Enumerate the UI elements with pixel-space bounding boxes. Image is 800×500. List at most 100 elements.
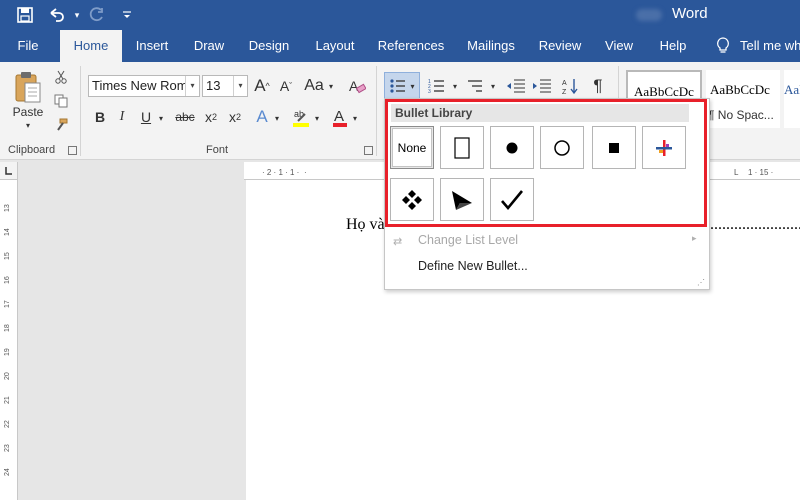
define-new-bullet-item[interactable]: Define New Bullet... <box>418 259 528 273</box>
multilevel-dropdown-icon[interactable]: ▾ <box>488 80 498 92</box>
tab-review[interactable]: Review <box>532 30 588 62</box>
app-title: Word <box>672 5 708 22</box>
decrease-indent-icon[interactable] <box>504 74 528 98</box>
change-list-level-item[interactable]: Change List Level <box>418 233 518 247</box>
numbering-dropdown-icon[interactable]: ▾ <box>450 80 460 92</box>
shrink-font-icon[interactable]: Aˇ <box>276 74 296 98</box>
tell-me-search[interactable]: Tell me wh <box>740 30 800 62</box>
tab-draw[interactable]: Draw <box>186 30 232 62</box>
change-list-level-icon: ⇄ <box>393 236 403 248</box>
svg-text:16: 16 <box>4 276 11 284</box>
group-separator <box>80 66 81 156</box>
customize-icon[interactable] <box>116 4 138 26</box>
svg-text:14: 14 <box>4 228 11 236</box>
underline-icon[interactable]: U <box>136 106 156 128</box>
svg-text:23: 23 <box>4 444 11 452</box>
tab-mailings[interactable]: Mailings <box>458 30 524 62</box>
format-painter-icon[interactable] <box>52 116 70 134</box>
submenu-arrow-icon: ▸ <box>692 233 697 243</box>
tab-references[interactable]: References <box>372 30 450 62</box>
title-bar: ▾ Word <box>0 0 800 30</box>
multilevel-list-icon[interactable] <box>464 74 488 98</box>
bold-icon[interactable]: B <box>90 106 110 128</box>
clipboard-group-label: Clipboard <box>8 144 56 156</box>
tab-file[interactable]: File <box>6 30 50 62</box>
underline-dropdown-icon[interactable]: ▾ <box>156 112 166 124</box>
font-name-dropdown-icon[interactable]: ▾ <box>185 76 199 96</box>
svg-text:21: 21 <box>4 396 11 404</box>
svg-text:·: · <box>304 168 307 177</box>
highlight-dropdown-icon[interactable]: ▾ <box>312 112 322 124</box>
show-hide-marks-icon[interactable]: ¶ <box>588 74 608 98</box>
group-separator <box>376 66 377 156</box>
lightbulb-icon <box>716 37 730 55</box>
paste-icon[interactable] <box>10 68 46 108</box>
redo-icon[interactable] <box>86 4 108 26</box>
svg-text:A: A <box>334 108 344 125</box>
svg-text:13: 13 <box>4 204 11 212</box>
strikethrough-icon[interactable]: abc <box>172 106 198 128</box>
font-size-value: 13 <box>206 78 221 93</box>
copy-icon[interactable] <box>52 92 70 110</box>
clipboard-launcher-icon[interactable] <box>68 146 77 155</box>
tab-insert[interactable]: Insert <box>126 30 178 62</box>
svg-text:17: 17 <box>4 300 11 308</box>
svg-text:19: 19 <box>4 348 11 356</box>
paste-dropdown-icon[interactable]: ▾ <box>20 120 36 130</box>
font-size-combo[interactable]: 13 ▾ <box>202 75 248 97</box>
font-name-value: Times New Roma <box>92 78 195 93</box>
svg-text:Z: Z <box>562 89 567 95</box>
bullets-button[interactable]: ▾ <box>384 72 420 100</box>
superscript-icon[interactable]: x2 <box>224 106 246 128</box>
font-color-icon[interactable]: A <box>330 106 350 128</box>
increase-indent-icon[interactable] <box>530 74 554 98</box>
svg-text:· 2 · 1 · 1 ·: · 2 · 1 · 1 · <box>262 168 299 177</box>
undo-dropdown-icon[interactable]: ▾ <box>66 4 88 26</box>
tab-selector[interactable] <box>0 162 18 180</box>
red-highlight-frame <box>385 99 707 227</box>
sort-icon[interactable]: AZ <box>560 74 582 98</box>
cut-icon[interactable] <box>52 68 70 86</box>
tab-help[interactable]: Help <box>650 30 696 62</box>
undo-icon[interactable] <box>46 4 68 26</box>
change-case-icon[interactable]: Aa <box>302 74 326 98</box>
tab-home[interactable]: Home <box>60 30 122 62</box>
highlight-color-icon[interactable]: ab <box>290 106 312 128</box>
save-icon[interactable] <box>14 4 36 26</box>
svg-text:L: L <box>734 168 739 177</box>
italic-icon[interactable]: I <box>112 106 132 128</box>
tab-layout[interactable]: Layout <box>306 30 364 62</box>
resize-grip-icon[interactable]: ⋰ <box>697 278 705 287</box>
blurred-document-name <box>636 9 662 21</box>
change-case-dropdown-icon[interactable]: ▾ <box>326 80 336 92</box>
style-no-spacing[interactable]: AaBbCcDc ¶ No Spac... <box>706 70 780 128</box>
svg-text:18: 18 <box>4 324 11 332</box>
svg-text:20: 20 <box>4 372 11 380</box>
grow-font-icon[interactable]: A ^ <box>252 74 272 98</box>
tab-view[interactable]: View <box>596 30 642 62</box>
ribbon-tabs: File Home Insert Draw Design Layout Refe… <box>0 30 800 62</box>
svg-text:15: 15 <box>4 252 11 260</box>
svg-text:1 · 15 ·: 1 · 15 · <box>748 168 773 177</box>
text-effects-dropdown-icon[interactable]: ▾ <box>272 112 282 124</box>
style-heading[interactable]: AaBb <box>784 70 800 128</box>
style-no-spacing-name: ¶ No Spac... <box>708 108 774 122</box>
text-effects-icon[interactable]: A <box>252 106 272 128</box>
font-size-dropdown-icon[interactable]: ▾ <box>233 76 247 96</box>
clear-formatting-icon[interactable]: A <box>346 74 368 98</box>
font-name-combo[interactable]: Times New Roma ▾ <box>88 75 200 97</box>
subscript-icon[interactable]: x2 <box>200 106 222 128</box>
svg-text:24: 24 <box>4 468 11 476</box>
style-heading-sample: AaBb <box>784 82 800 97</box>
paste-button-label[interactable]: Paste <box>8 104 48 120</box>
document-text[interactable]: Họ và <box>346 216 385 234</box>
tab-design[interactable]: Design <box>240 30 298 62</box>
font-group-label: Font <box>206 144 229 156</box>
font-color-dropdown-icon[interactable]: ▾ <box>350 112 360 124</box>
numbering-icon[interactable]: 123 <box>426 74 450 98</box>
font-launcher-icon[interactable] <box>364 146 373 155</box>
vertical-ruler[interactable]: 13 14 15 16 17 18 19 20 21 22 23 24 <box>0 180 18 500</box>
document-dotted-line: ..................................... <box>710 216 800 233</box>
svg-text:A: A <box>562 80 567 87</box>
svg-text:3: 3 <box>428 89 431 94</box>
